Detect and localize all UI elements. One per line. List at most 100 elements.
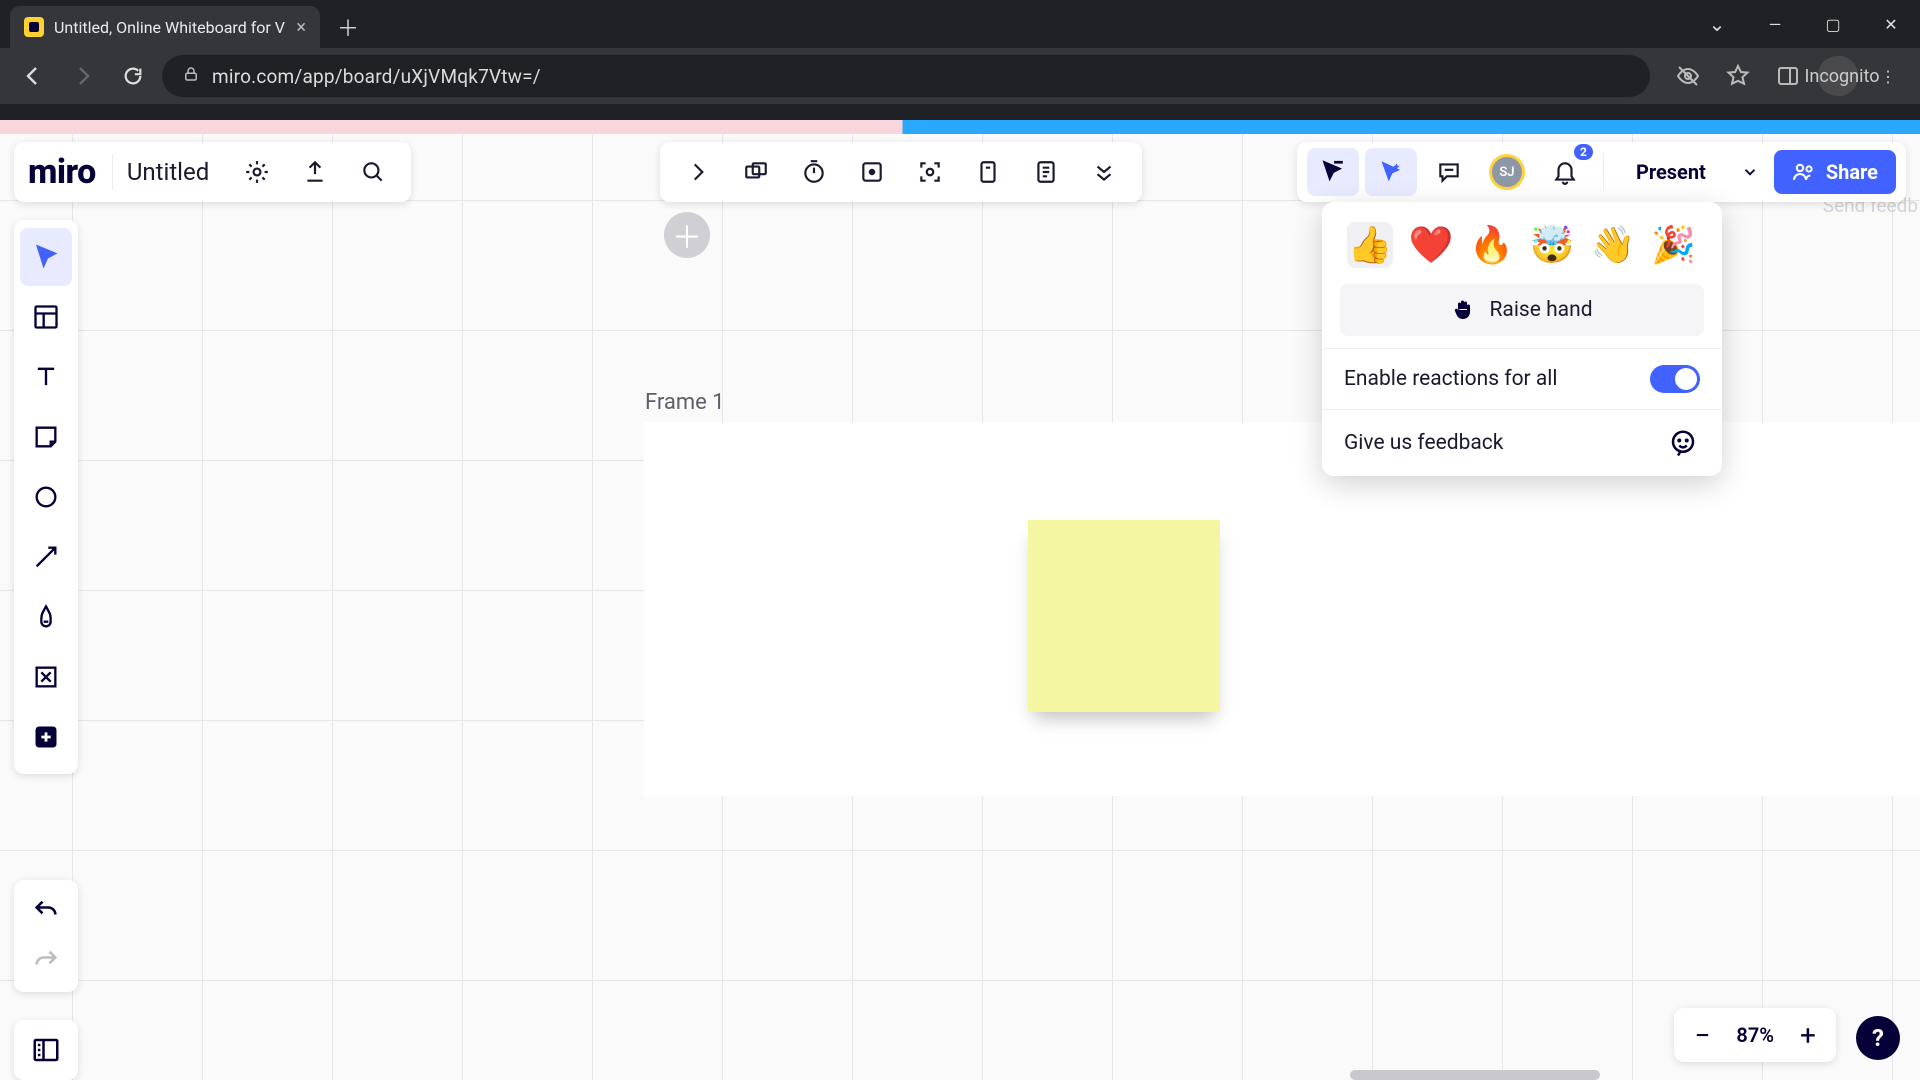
reactions-popover: 👍 ❤️ 🔥 🤯 👋 🎉 Raise hand Enable reactions… — [1322, 202, 1722, 476]
minimize-icon[interactable]: ― — [1746, 0, 1804, 48]
sticky-note[interactable] — [1028, 520, 1220, 712]
undo-button[interactable] — [20, 886, 72, 936]
more-tools-button[interactable] — [20, 708, 72, 766]
search-button[interactable] — [349, 148, 397, 196]
reaction-party[interactable]: 🎉 — [1651, 222, 1697, 268]
close-window-icon[interactable]: ✕ — [1862, 0, 1920, 48]
user-avatar[interactable]: SJ — [1481, 148, 1533, 196]
reaction-heart[interactable]: ❤️ — [1408, 222, 1454, 268]
zoom-in-button[interactable]: + — [1794, 1019, 1822, 1052]
export-button[interactable] — [291, 148, 339, 196]
plus-square-icon — [32, 723, 60, 751]
address-bar: miro.com/app/board/uXjVMqk7Vtw=/ Incogni… — [0, 48, 1920, 104]
frames-list-button[interactable] — [728, 148, 784, 196]
help-button[interactable]: ? — [1856, 1016, 1900, 1060]
bookmark-star-icon[interactable] — [1718, 56, 1758, 96]
miro-logo[interactable]: miro — [28, 152, 102, 192]
text-icon — [32, 363, 60, 391]
select-tool[interactable] — [20, 228, 72, 286]
back-button[interactable] — [12, 55, 54, 97]
focus-icon — [917, 159, 943, 185]
window-controls: ⌄ ― ▢ ✕ — [1688, 0, 1920, 48]
raise-hand-label: Raise hand — [1489, 298, 1592, 322]
pen-icon — [32, 603, 60, 631]
feedback-icon — [1666, 426, 1700, 460]
frame-1[interactable] — [644, 422, 1920, 796]
enable-reactions-label: Enable reactions for all — [1344, 367, 1558, 391]
board-title[interactable]: Untitled — [112, 154, 223, 190]
undo-icon — [32, 897, 60, 925]
frames-icon — [743, 159, 769, 185]
close-tab-icon[interactable]: × — [296, 17, 306, 38]
browser-tab[interactable]: Untitled, Online Whiteboard for V × — [10, 6, 320, 48]
timer-button[interactable] — [786, 148, 842, 196]
hide-collaborators-button[interactable] — [1307, 148, 1359, 196]
miro-favicon-icon — [24, 17, 44, 37]
reactions-button[interactable] — [1365, 148, 1417, 196]
eye-off-icon[interactable] — [1668, 56, 1708, 96]
gear-icon — [244, 159, 270, 185]
notifications-button[interactable]: 2 — [1539, 148, 1591, 196]
redo-button[interactable] — [20, 936, 72, 986]
feedback-row[interactable]: Give us feedback — [1322, 409, 1722, 476]
search-icon — [360, 159, 386, 185]
zoom-controls: − 87% + — [1674, 1008, 1836, 1062]
connection-line-tool[interactable] — [20, 528, 72, 586]
add-frame-button[interactable]: ＋ — [664, 212, 710, 258]
comment-icon — [1436, 159, 1462, 185]
chevron-right-icon — [685, 159, 711, 185]
redo-icon — [32, 947, 60, 975]
share-button[interactable]: Share — [1774, 150, 1896, 194]
reaction-fire[interactable]: 🔥 — [1469, 222, 1515, 268]
reaction-mind-blown[interactable]: 🤯 — [1529, 222, 1575, 268]
reaction-wave[interactable]: 👋 — [1590, 222, 1636, 268]
bell-icon — [1552, 159, 1578, 185]
sticky-icon — [32, 423, 60, 451]
side-panel-icon[interactable] — [1768, 56, 1808, 96]
voting-icon — [859, 159, 885, 185]
help-label: ? — [1872, 1024, 1884, 1052]
left-toolbar — [14, 220, 78, 774]
voting-button[interactable] — [844, 148, 900, 196]
comments-button[interactable] — [1423, 148, 1475, 196]
attention-button[interactable] — [902, 148, 958, 196]
maximize-icon[interactable]: ▢ — [1804, 0, 1862, 48]
top-toolbar — [660, 142, 1142, 202]
shape-tool[interactable] — [20, 468, 72, 526]
frame-label[interactable]: Frame 1 — [645, 390, 725, 415]
collaboration-panel: SJ 2 Present Share — [1297, 142, 1906, 202]
frames-panel-button[interactable] — [14, 1020, 78, 1080]
enable-reactions-toggle[interactable] — [1650, 365, 1700, 393]
card-icon — [975, 159, 1001, 185]
frame-tool[interactable] — [20, 648, 72, 706]
estimation-button[interactable] — [960, 148, 1016, 196]
zoom-value[interactable]: 87% — [1736, 1023, 1774, 1047]
url-input[interactable]: miro.com/app/board/uXjVMqk7Vtw=/ — [162, 55, 1650, 97]
text-tool[interactable] — [20, 348, 72, 406]
reload-button[interactable] — [112, 55, 154, 97]
tab-search-icon[interactable]: ⌄ — [1688, 0, 1746, 48]
reaction-thumbs-up[interactable]: 👍 — [1347, 222, 1393, 268]
feedback-label: Give us feedback — [1344, 431, 1503, 455]
templates-tool[interactable] — [20, 288, 72, 346]
cursor-icon — [32, 243, 60, 271]
present-button[interactable]: Present — [1616, 150, 1726, 194]
raise-hand-button[interactable]: Raise hand — [1340, 284, 1704, 336]
forward-button[interactable] — [62, 55, 104, 97]
miro-app: Send feedb Frame 1 ＋ miro Untitled — [0, 120, 1920, 1080]
more-apps-button[interactable] — [1076, 148, 1132, 196]
app-top-accent — [0, 120, 1920, 134]
browser-menu-icon[interactable]: ⋮ — [1868, 56, 1908, 96]
present-dropdown[interactable] — [1732, 150, 1768, 194]
circle-icon — [32, 483, 60, 511]
note-button[interactable] — [1018, 148, 1074, 196]
new-tab-button[interactable]: ＋ — [330, 9, 366, 45]
horizontal-scrollbar[interactable] — [1350, 1070, 1600, 1080]
incognito-indicator[interactable]: Incognito — [1818, 56, 1858, 96]
export-icon — [302, 159, 328, 185]
sticky-note-tool[interactable] — [20, 408, 72, 466]
settings-button[interactable] — [233, 148, 281, 196]
collapse-toolbar-button[interactable] — [670, 148, 726, 196]
pen-tool[interactable] — [20, 588, 72, 646]
zoom-out-button[interactable]: − — [1688, 1019, 1716, 1052]
